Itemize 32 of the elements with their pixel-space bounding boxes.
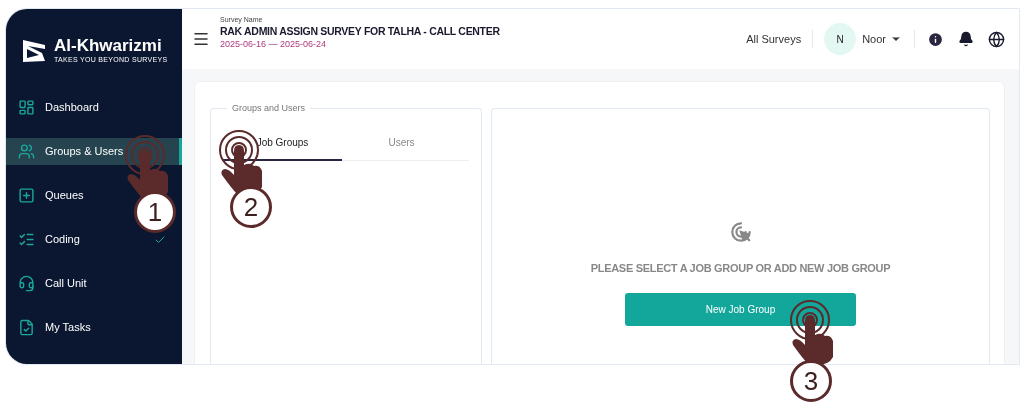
bell-icon[interactable] <box>958 31 974 47</box>
grid-icon <box>18 99 35 116</box>
survey-title: RAK ADMIN ASSIGN SURVEY FOR TALHA - CALL CENTER <box>220 24 500 38</box>
logo-icon <box>22 39 46 62</box>
sidebar-label: Dashboard <box>45 100 99 116</box>
sidebar-label: My Tasks <box>45 320 91 336</box>
sidebar-item[interactable]: My Tasks <box>6 314 182 341</box>
sidebar-label: Call Unit <box>45 276 87 292</box>
sidebar-label: Coding <box>45 232 80 248</box>
checklist-icon <box>18 231 35 248</box>
panel-legend: Groups and Users <box>227 102 311 116</box>
step-number-badge: 3 <box>790 360 832 402</box>
sidebar-item[interactable]: Call Unit <box>6 270 182 297</box>
all-surveys-link[interactable]: All Surveys <box>746 30 802 48</box>
globe-icon[interactable] <box>988 30 1005 48</box>
user-name[interactable]: Noor <box>862 30 886 48</box>
sidebar-label: Groups & Users <box>45 144 124 160</box>
info-icon[interactable] <box>927 30 944 48</box>
survey-dates: 2025-06-16 — 2025-06-24 <box>220 37 328 50</box>
empty-message: PLEASE SELECT A JOB GROUP OR ADD NEW JOB GROUP <box>590 261 891 276</box>
menu-icon[interactable] <box>192 30 210 48</box>
headset-icon <box>18 275 35 292</box>
document-check-icon <box>18 319 35 336</box>
sidebar-item[interactable]: Dashboard <box>6 94 182 121</box>
brand-name: Al-Khwarizmi <box>54 37 163 55</box>
target-cursor-icon <box>729 221 752 243</box>
plus-square-icon <box>18 187 35 204</box>
tab[interactable]: Users <box>342 135 461 161</box>
sidebar-item[interactable]: Groups & Users <box>6 138 182 165</box>
users-icon <box>18 143 35 160</box>
user-avatar[interactable]: N <box>824 23 857 55</box>
sidebar-label: Queues <box>45 188 84 204</box>
